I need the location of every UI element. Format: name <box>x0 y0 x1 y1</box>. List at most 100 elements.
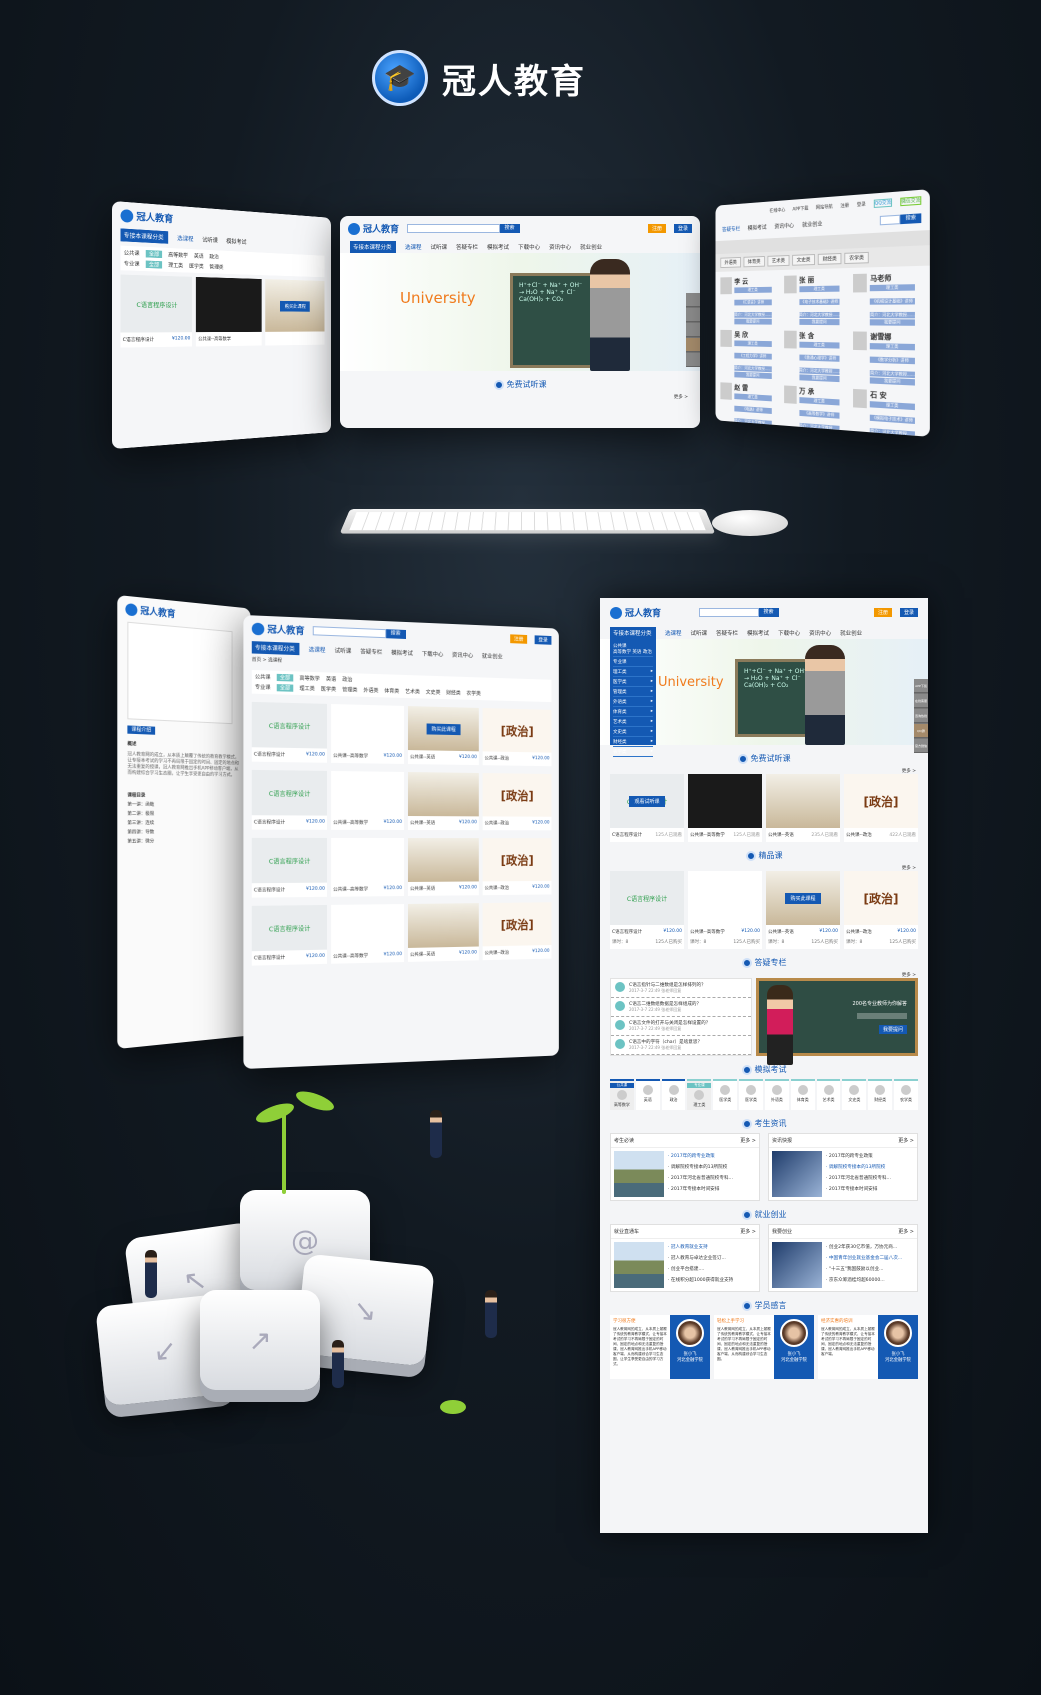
exam-category[interactable]: 专业课 理工类 <box>687 1079 712 1110</box>
exam-category[interactable]: 政治 <box>661 1079 686 1110</box>
side-tool-button[interactable]: 咨询热线 <box>914 709 928 723</box>
course-card[interactable]: 公共课--高等数学 <box>196 276 262 347</box>
qa-item[interactable]: C语言二维数组数据是怎样组成的？ 2017-3-7 22:49 张老师回复 <box>611 998 751 1017</box>
side-tool-button[interactable]: QQ群 <box>914 724 928 738</box>
nav-item[interactable]: 模拟考试 <box>487 243 509 251</box>
course-card[interactable]: C语言程序设计 C语言程序设计 ¥120.00 <box>251 769 327 830</box>
more-link[interactable]: 更多 > <box>740 1228 756 1235</box>
sidebar-item[interactable]: 农学类 ▸ <box>613 747 653 757</box>
free-course-card[interactable]: C语言程序设计观看试听课 C语言程序设计 125人已观看 <box>610 774 684 842</box>
nav-item[interactable]: 就业创业 <box>580 243 602 251</box>
sidebar-item[interactable]: 文史类 ▸ <box>613 727 653 737</box>
course-card[interactable]: C语言程序设计 C语言程序设计 ¥120.00 <box>251 701 327 763</box>
sidebar-item[interactable]: 财经类 ▸ <box>613 737 653 747</box>
search-bar[interactable]: 搜索 <box>699 608 779 617</box>
nav-exam[interactable]: 模拟考试 <box>747 629 769 637</box>
course-card[interactable]: 公共课--英语 ¥120.00 <box>407 772 479 831</box>
free-course-card[interactable]: 公共课--英语 235人已观看 <box>766 774 840 842</box>
course-card[interactable]: [政治] 公共课--政治 ¥120.00 <box>482 838 552 896</box>
course-card[interactable]: C语言程序设计 C语言程序设计 ¥120.00 <box>251 904 327 966</box>
more-link[interactable]: 更多 > <box>898 1228 914 1235</box>
ask-button[interactable]: 我要提问 <box>734 424 772 434</box>
filter-all[interactable]: 全部 <box>276 684 294 692</box>
nav-career[interactable]: 就业创业 <box>840 629 862 637</box>
category-button[interactable]: 专接本课程分类 <box>610 627 656 639</box>
search-bar[interactable]: 搜索 <box>407 224 520 233</box>
premium-course-card[interactable]: 公共课--高等数学 ¥120.00 课时：8 125人已购买 <box>688 871 762 949</box>
ask-button[interactable]: 我要提问 <box>799 374 840 383</box>
nav-qa[interactable]: 答疑专栏 <box>716 629 738 637</box>
course-card[interactable]: 公共课--高等数学 ¥120.00 <box>331 904 405 964</box>
premium-course-card[interactable]: [政治] 公共课--政治 ¥120.00 课时：8 125人已购买 <box>844 871 918 949</box>
news-link[interactable]: · 创业平台搭建.... <box>668 1264 733 1275</box>
news-link[interactable]: · "十三五"我国鼓励以创业... <box>826 1264 902 1275</box>
course-card[interactable]: 公共课--英语 ¥120.00 <box>407 903 479 962</box>
exam-category[interactable]: 财经类 <box>868 1079 893 1110</box>
ask-button[interactable]: 我要提问 <box>734 318 772 325</box>
nav-item[interactable]: 下载中心 <box>518 243 540 251</box>
news-link[interactable]: · 调解院校专接本的13所院校 <box>826 1162 891 1173</box>
filter-option[interactable]: 体育类 <box>384 687 399 694</box>
qa-item[interactable]: C语言中的字符（char）是啥意思？ 2017-3-7 22:49 张老师回复 <box>611 1036 751 1055</box>
exam-category[interactable]: 医学类 <box>739 1079 763 1110</box>
register-button[interactable]: 注册 <box>647 224 666 233</box>
more-link[interactable]: 更多 > <box>340 394 700 400</box>
nav-item[interactable]: 答疑专栏 <box>722 225 740 234</box>
ask-button[interactable]: 我要提问 <box>870 435 915 437</box>
premium-course-card[interactable]: 购买此课程 公共课--英语 ¥120.00 课时：8 125人已购买 <box>766 871 840 949</box>
nav-item[interactable]: 选课程 <box>405 243 422 251</box>
buy-course-button[interactable]: 购买此课程 <box>426 722 461 735</box>
category-button[interactable]: 专接本课程分类 <box>251 641 300 656</box>
course-card[interactable]: 购买此课程 公共课--英语 ¥120.00 <box>407 706 479 766</box>
news-link[interactable]: · 创业2年获30亿市值，万协元商... <box>826 1242 902 1253</box>
news-link[interactable]: · 2017年河北省普通院校专科... <box>668 1173 733 1184</box>
login-link[interactable]: 登录 <box>857 201 866 208</box>
news-link[interactable]: · 京东众筹酒桂均超60000... <box>826 1275 902 1286</box>
login-button[interactable]: 登录 <box>534 635 552 645</box>
register-button[interactable]: 注册 <box>873 608 892 617</box>
course-card[interactable]: C语言程序设计 C语言程序设计 ¥120.00 <box>120 274 193 348</box>
register-link[interactable]: 注册 <box>840 203 849 210</box>
ask-question-button[interactable]: 我要提问 <box>878 1025 907 1034</box>
sidebar-item[interactable]: 医学类 ▸ <box>613 677 653 687</box>
ask-button[interactable]: 我要提问 <box>799 429 840 437</box>
nav-item[interactable]: 模拟考试 <box>748 223 767 232</box>
nav-item[interactable]: 资讯中心 <box>774 221 794 230</box>
exam-category[interactable]: 农学类 <box>894 1079 918 1110</box>
filter-all[interactable]: 全部 <box>145 249 163 259</box>
course-card[interactable]: [政治] 公共课--政治 ¥120.00 <box>482 708 552 767</box>
nav-item[interactable]: 就业创业 <box>802 220 822 229</box>
category-button[interactable]: 专接本课程分类 <box>120 228 169 244</box>
filter-option[interactable]: 医学类 <box>321 685 336 693</box>
search-button[interactable]: 搜索 <box>758 608 779 617</box>
nav-item[interactable]: 资讯中心 <box>549 243 571 251</box>
sidebar-item[interactable]: 理工类 ▸ <box>613 667 653 677</box>
side-tool-button[interactable]: 官方微信 <box>914 739 928 753</box>
more-link[interactable]: 更多 > <box>898 1137 914 1144</box>
filter-option[interactable]: 英语 <box>326 675 336 682</box>
exam-category[interactable]: 英语 <box>635 1079 660 1110</box>
news-link[interactable]: · 2017年的跨专业政策 <box>826 1151 891 1162</box>
ask-button[interactable]: 我要提问 <box>799 318 840 326</box>
filter-option[interactable]: 高等数学 <box>299 675 319 683</box>
filter-all[interactable]: 全部 <box>276 673 294 682</box>
login-button[interactable]: 登录 <box>900 608 919 617</box>
site-logo[interactable]: 冠人教育 <box>610 606 661 619</box>
course-card[interactable]: 公共课--高等数学 ¥120.00 <box>331 704 405 764</box>
nav-select-course[interactable]: 选课程 <box>665 629 682 637</box>
site-logo[interactable]: 冠人教育 <box>120 208 173 225</box>
category-sidebar[interactable]: 公共课 高等数学 英语 政治 专业课 理工类 ▸ 医学类 ▸ 管理类 ▸ 外语类 ▸ 体育类 … <box>610 639 656 757</box>
exam-category[interactable]: 公共课 高等数学 <box>610 1079 634 1110</box>
nav-item[interactable]: 选课程 <box>177 234 193 243</box>
nav-item[interactable]: 答疑专栏 <box>456 243 478 251</box>
watch-trial-button[interactable]: 观看试听课 <box>629 795 665 807</box>
exam-category[interactable]: 文史类 <box>842 1079 867 1110</box>
sidebar-item[interactable]: 体育类 ▸ <box>613 707 653 717</box>
news-link[interactable]: · 调解院校专接本的13所院校 <box>668 1162 733 1173</box>
filter-option[interactable]: 财经类 <box>446 689 461 696</box>
login-button[interactable]: 登录 <box>674 224 693 233</box>
news-link[interactable]: · 在线积分超1000获得就业支持 <box>668 1275 733 1286</box>
sidebar-item[interactable]: 外语类 ▸ <box>613 697 653 707</box>
ask-button[interactable]: 我要提问 <box>734 371 772 380</box>
news-link[interactable]: · 2017年的跨专业政策 <box>668 1151 733 1162</box>
